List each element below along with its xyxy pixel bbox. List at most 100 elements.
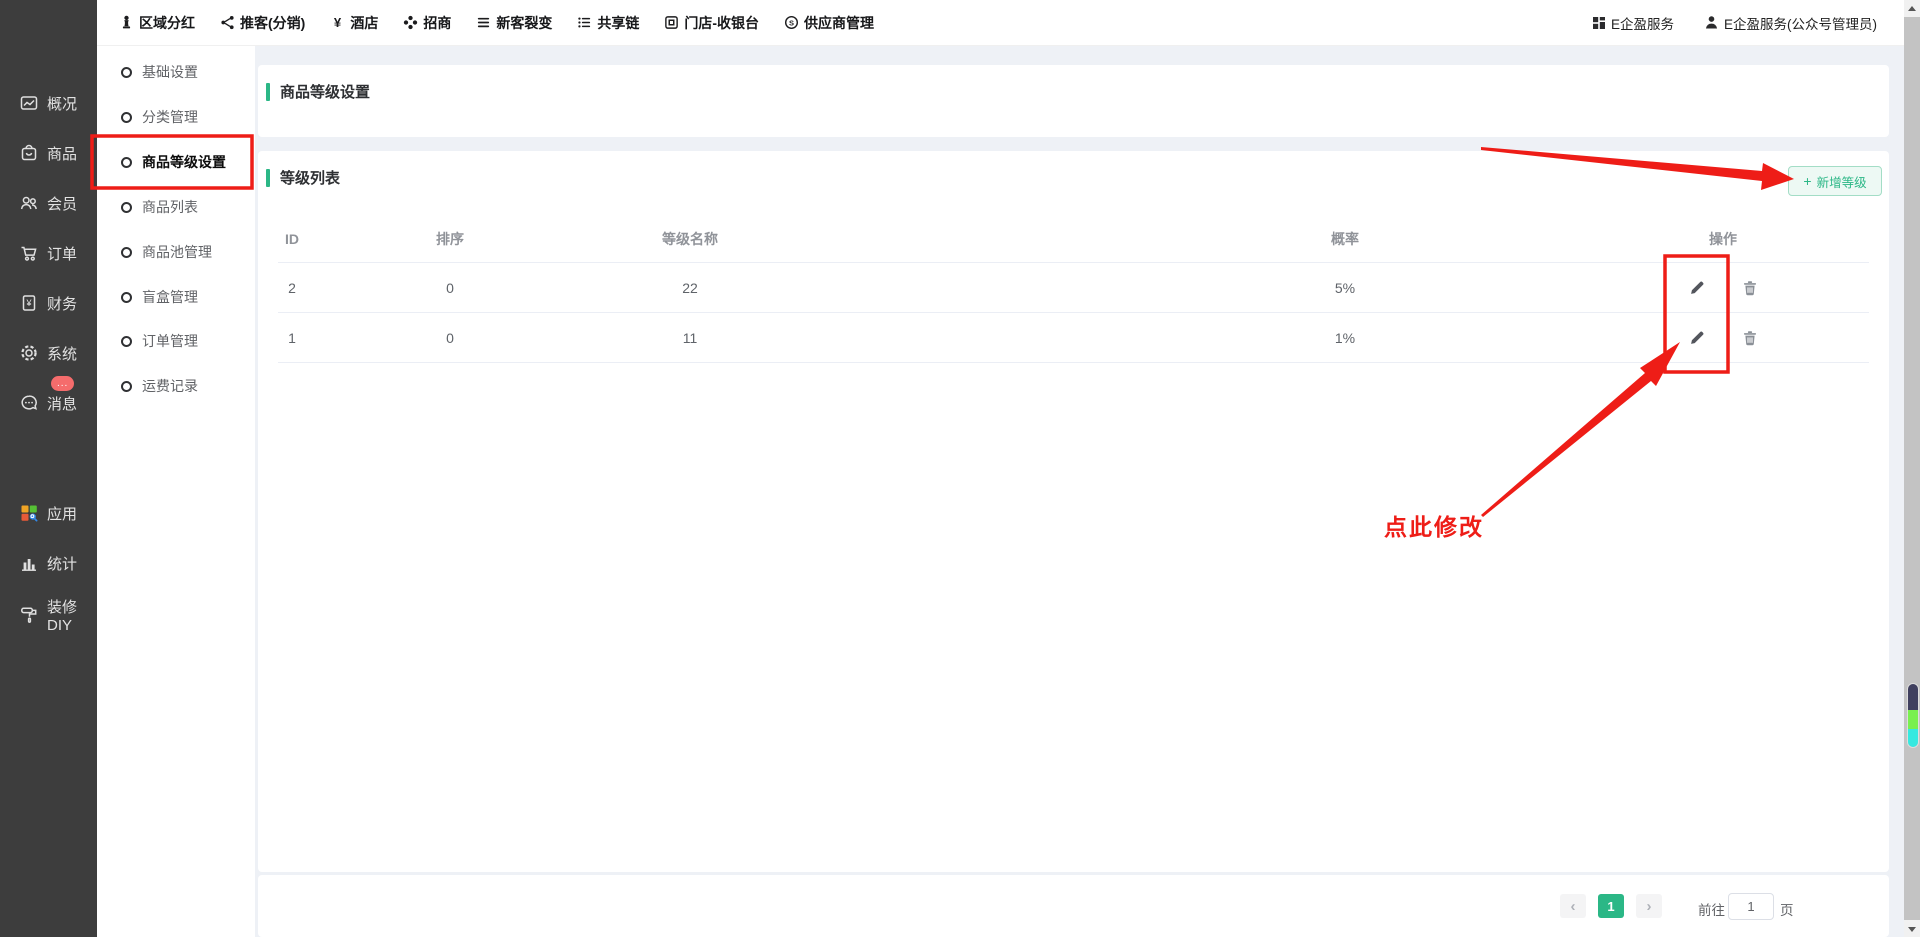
yen-icon: ¥ (330, 15, 345, 30)
cart-icon (19, 243, 39, 263)
top-nav-right: E企盈服务 E企盈服务(公众号管理员) (1592, 13, 1877, 33)
submenu-item-label: 商品列表 (142, 197, 198, 217)
sidebar-item-label: 财务 (47, 293, 77, 314)
circle-bullet-icon (121, 157, 132, 168)
submenu-item-label: 商品等级设置 (142, 152, 226, 172)
paint-roller-icon (19, 605, 39, 625)
section-title-block: 等级列表 (266, 167, 340, 188)
add-level-button-label: 新增等级 (1817, 172, 1867, 191)
cell-name: 11 (683, 330, 698, 346)
workspace-switcher[interactable]: E企盈服务 (1592, 13, 1674, 33)
sidebar-item-label: 商品 (47, 143, 77, 164)
sidebar-item-label: 系统 (47, 343, 77, 364)
circle-bullet-icon (121, 292, 132, 303)
submenu-item-order-management[interactable]: 订单管理 (97, 326, 255, 356)
nav-item-share-chain[interactable]: 共享链 (577, 13, 639, 33)
scrollbar-thumb[interactable] (1904, 17, 1920, 920)
nav-item-label: 招商 (423, 13, 451, 33)
sidebar-item-label: 应用 (47, 503, 77, 524)
circle-bullet-icon (121, 247, 132, 258)
page-title-block: 商品等级设置 (266, 81, 370, 102)
submenu-item-label: 盲盒管理 (142, 287, 198, 307)
nav-item-label: 推客(分销) (240, 13, 305, 33)
sidebar-item-label: 概况 (47, 93, 77, 114)
scroll-position-indicator (1907, 683, 1919, 748)
nav-item-label: 酒店 (350, 13, 378, 33)
sidebar-item-label: 会员 (47, 193, 77, 214)
primary-sidebar: 概况 商品 会员 订单 ¥ 财务 系统 消息 应用 (0, 0, 97, 937)
sidebar-item-overview[interactable]: 概况 (0, 86, 97, 120)
submenu-item-goods-pool[interactable]: 商品池管理 (97, 237, 255, 267)
submenu-item-label: 运费记录 (142, 376, 198, 396)
cell-name: 22 (682, 280, 698, 296)
list-icon (577, 15, 592, 30)
storefront-icon (664, 15, 679, 30)
column-header-rate: 概率 (1331, 229, 1359, 249)
sidebar-item-orders[interactable]: 订单 (0, 236, 97, 270)
next-page-button[interactable]: › (1636, 894, 1662, 918)
nav-item-hotel[interactable]: ¥ 酒店 (330, 13, 378, 33)
circle-bullet-icon (121, 381, 132, 392)
users-icon (19, 193, 39, 213)
sidebar-item-decorate-diy[interactable]: 装修DIY (0, 598, 97, 632)
message-badge: ... (51, 376, 74, 391)
circle-bullet-icon (121, 67, 132, 78)
submenu-item-goods-level-settings[interactable]: 商品等级设置 (97, 147, 255, 177)
prev-page-button[interactable]: ‹ (1560, 894, 1586, 918)
goto-page-input[interactable] (1728, 893, 1774, 920)
apps-icon (19, 503, 39, 523)
nav-item-supplier[interactable]: S 供应商管理 (784, 13, 874, 33)
page-title: 商品等级设置 (280, 81, 370, 102)
delete-button[interactable] (1737, 325, 1763, 351)
add-level-button[interactable]: + 新增等级 (1788, 166, 1882, 196)
sidebar-item-label: 统计 (47, 553, 77, 574)
account-menu[interactable]: E企盈服务(公众号管理员) (1704, 13, 1877, 33)
pagination-card: ‹ 1 › 前往 页 (258, 875, 1889, 937)
share-icon (220, 15, 235, 30)
scroll-up-arrow[interactable] (1904, 0, 1920, 16)
circle-bullet-icon (121, 202, 132, 213)
nav-item-investment[interactable]: 招商 (403, 13, 451, 33)
svg-text:S: S (789, 18, 794, 27)
submenu-item-blind-box[interactable]: 盲盒管理 (97, 282, 255, 312)
nav-item-new-customer[interactable]: 新客裂变 (476, 13, 552, 33)
nav-item-promoter[interactable]: 推客(分销) (220, 13, 305, 33)
sidebar-item-label: 订单 (47, 243, 77, 264)
page-unit-label: 页 (1780, 899, 1794, 919)
bar-chart-icon (19, 553, 39, 573)
submenu-item-goods-list[interactable]: 商品列表 (97, 192, 255, 222)
sidebar-item-finance[interactable]: ¥ 财务 (0, 286, 97, 320)
sidebar-item-members[interactable]: 会员 (0, 186, 97, 220)
goods-submenu: 基础设置 分类管理 商品等级设置 商品列表 商品池管理 盲盒管理 订单管理 运 (97, 46, 255, 937)
chat-bubble-icon (19, 393, 39, 413)
scroll-down-arrow[interactable] (1904, 921, 1920, 937)
sidebar-item-goods[interactable]: 商品 (0, 136, 97, 170)
submenu-item-freight-records[interactable]: 运费记录 (97, 371, 255, 401)
vertical-scrollbar (1904, 0, 1920, 937)
current-page-button[interactable]: 1 (1598, 894, 1624, 918)
cell-id: 1 (288, 330, 296, 346)
submenu-item-basic-settings[interactable]: 基础设置 (97, 57, 255, 87)
table-row: 1 0 11 1% (278, 313, 1869, 363)
gear-icon (19, 343, 39, 363)
edit-button[interactable] (1684, 325, 1710, 351)
supplier-icon: S (784, 15, 799, 30)
sidebar-item-apps[interactable]: 应用 (0, 496, 97, 530)
annotation-edit-hint: 点此修改 (1384, 508, 1484, 542)
column-header-name: 等级名称 (662, 229, 718, 249)
nav-item-label: 共享链 (597, 13, 639, 33)
sidebar-item-system[interactable]: 系统 (0, 336, 97, 370)
delete-button[interactable] (1737, 275, 1763, 301)
nav-item-region-dividend[interactable]: 区域分红 (119, 13, 195, 33)
sidebar-item-stats[interactable]: 统计 (0, 546, 97, 580)
sidebar-item-messages[interactable]: 消息 (0, 386, 97, 420)
grid-icon (1592, 16, 1606, 30)
top-nav-items: 区域分红 推客(分销) ¥ 酒店 招商 新客裂变 共享链 (119, 13, 874, 33)
submenu-item-category-management[interactable]: 分类管理 (97, 102, 255, 132)
cell-rate: 1% (1335, 330, 1355, 346)
section-title: 等级列表 (280, 167, 340, 188)
nav-item-store-cashier[interactable]: 门店-收银台 (664, 13, 759, 33)
circle-bullet-icon (121, 336, 132, 347)
edit-button[interactable] (1684, 275, 1710, 301)
title-accent-bar (266, 83, 270, 101)
